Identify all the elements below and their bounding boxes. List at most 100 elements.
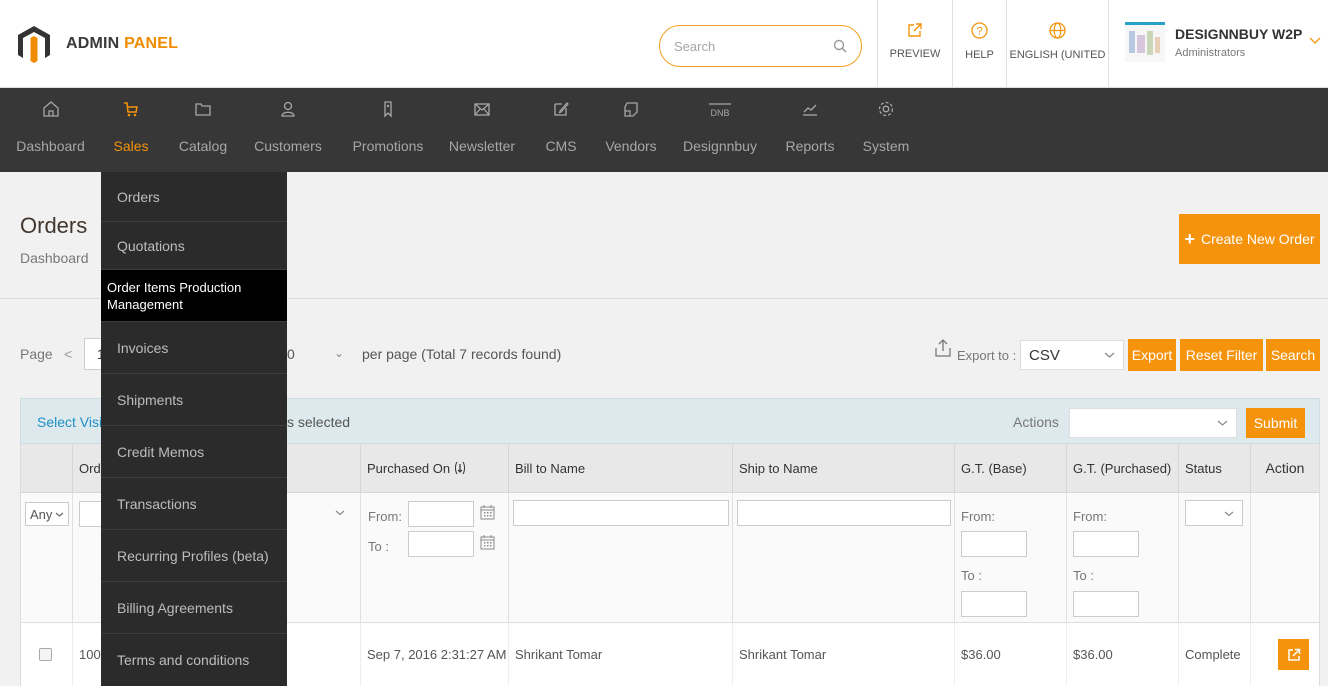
- chart-icon: [803, 104, 817, 116]
- search-icon[interactable]: [833, 39, 847, 53]
- filter-cell-gt-base: From: To :: [955, 493, 1067, 623]
- nav-item-catalog[interactable]: Catalog: [171, 88, 235, 172]
- bill-to-value: Shrikant Tomar: [515, 647, 603, 662]
- gt-purchased-to-input[interactable]: [1073, 591, 1139, 617]
- ship-to-value: Shrikant Tomar: [739, 647, 827, 662]
- reset-filter-button[interactable]: Reset Filter: [1180, 339, 1263, 371]
- header-cell-purchased-on[interactable]: Purchased On: [361, 444, 509, 493]
- header-cell-gt-base[interactable]: G.T. (Base): [955, 444, 1067, 493]
- nav-item-reports[interactable]: Reports: [780, 88, 840, 172]
- header-cell-gt-purchased[interactable]: G.T. (Purchased): [1067, 444, 1179, 493]
- help-icon: ?: [971, 22, 988, 39]
- row-checkbox[interactable]: [39, 648, 52, 661]
- status-filter-select[interactable]: [1185, 500, 1243, 526]
- calendar-icon[interactable]: [480, 505, 495, 520]
- preview-button[interactable]: PREVIEW: [877, 0, 952, 88]
- menu-item-label: Billing Agreements: [117, 599, 233, 616]
- nav-item-sales[interactable]: Sales: [101, 88, 161, 172]
- nav-item-customers[interactable]: Customers: [240, 88, 336, 172]
- purchased-from-input[interactable]: [408, 501, 474, 527]
- global-search-input[interactable]: [674, 38, 833, 54]
- table-cell-bill-to: Shrikant Tomar: [509, 623, 733, 686]
- menu-item-orders[interactable]: Orders: [101, 172, 287, 222]
- header-label: G.T. (Base): [961, 460, 1027, 476]
- global-search: [659, 25, 862, 67]
- header: ADMIN PANEL PREVIEW ? HELP ENGLISH (UNIT…: [0, 0, 1328, 88]
- pager-prev-button[interactable]: <: [64, 346, 72, 362]
- menu-item-recurring-profiles[interactable]: Recurring Profiles (beta): [101, 530, 287, 582]
- ship-to-filter-input[interactable]: [737, 500, 951, 526]
- menu-item-transactions[interactable]: Transactions: [101, 478, 287, 530]
- header-cell-bill-to[interactable]: Bill to Name: [509, 444, 733, 493]
- menu-item-billing-agreements[interactable]: Billing Agreements: [101, 582, 287, 634]
- menu-item-label: Quotations: [117, 237, 185, 254]
- massaction-filter-select[interactable]: Any: [25, 502, 69, 526]
- svg-text:DNB: DNB: [710, 108, 729, 118]
- purchased-to-input[interactable]: [408, 531, 474, 557]
- filter-cell-action: [1251, 493, 1319, 623]
- nav-item-designnbuy[interactable]: DNB Designnbuy: [680, 88, 760, 172]
- header-cell-action: Action: [1251, 444, 1319, 493]
- external-link-icon: [1287, 648, 1300, 661]
- nav-item-system[interactable]: System: [856, 88, 916, 172]
- header-cell-ship-to[interactable]: Ship to Name: [733, 444, 955, 493]
- brand[interactable]: ADMIN PANEL: [14, 24, 178, 64]
- breadcrumb[interactable]: Dashboard: [20, 250, 89, 266]
- status-value: Complete: [1185, 647, 1241, 662]
- create-new-order-button[interactable]: + Create New Order: [1179, 214, 1320, 264]
- select-visible-link[interactable]: Select Visib: [37, 414, 110, 430]
- nav-item-cms[interactable]: CMS: [538, 88, 584, 172]
- nav-item-vendors[interactable]: Vendors: [600, 88, 662, 172]
- menu-item-order-items-production[interactable]: Order Items Production Management: [101, 270, 287, 322]
- pager-limit-select[interactable]: 0: [287, 346, 295, 362]
- nav-label: Dashboard: [16, 138, 85, 154]
- submit-button[interactable]: Submit: [1246, 408, 1305, 438]
- gt-purchased-from-input[interactable]: [1073, 531, 1139, 557]
- pager-label: Page: [20, 346, 53, 362]
- chevron-down-icon[interactable]: ⌄: [334, 346, 344, 360]
- user-menu[interactable]: DESIGNNBUY W2P Administrators: [1108, 0, 1328, 88]
- gt-base-from-input[interactable]: [961, 531, 1027, 557]
- search-button[interactable]: Search: [1266, 339, 1320, 371]
- upload-icon: [935, 339, 951, 357]
- gt-base-value: $36.00: [961, 647, 1001, 662]
- menu-item-shipments[interactable]: Shipments: [101, 374, 287, 426]
- nav-label: Sales: [113, 138, 149, 154]
- nav-label: Catalog: [178, 138, 228, 154]
- nav-label: System: [862, 138, 910, 154]
- brand-text: ADMIN PANEL: [66, 35, 178, 53]
- export-format-select[interactable]: CSV: [1020, 340, 1124, 370]
- bill-to-filter-input[interactable]: [513, 500, 729, 526]
- header-label: Action: [1265, 460, 1305, 476]
- sales-menu: Orders Quotations Order Items Production…: [101, 172, 287, 686]
- view-order-button[interactable]: [1278, 639, 1309, 670]
- nav-item-dashboard[interactable]: Dashboard: [0, 88, 101, 172]
- actions-select[interactable]: [1069, 408, 1237, 438]
- header-cell-status[interactable]: Status: [1179, 444, 1251, 493]
- menu-item-label: Credit Memos: [117, 443, 205, 460]
- menu-item-quotations[interactable]: Quotations: [101, 222, 287, 270]
- nav-label: Newsletter: [448, 138, 516, 154]
- nav-item-promotions[interactable]: Promotions: [344, 88, 432, 172]
- nav-item-newsletter[interactable]: Newsletter: [441, 88, 523, 172]
- user-name: DESIGNNBUY W2P: [1175, 26, 1303, 42]
- from-label: From:: [1073, 509, 1107, 524]
- menu-item-label: Recurring Profiles (beta): [117, 547, 269, 564]
- header-label: Status: [1185, 460, 1222, 476]
- menu-item-label: Terms and conditions: [117, 652, 250, 668]
- language-selector[interactable]: ENGLISH (UNITED S: [1006, 0, 1108, 88]
- chevron-down-icon[interactable]: [335, 509, 345, 516]
- chevron-down-icon: [55, 512, 64, 517]
- brand-prefix: ADMIN: [66, 35, 120, 52]
- menu-item-credit-memos[interactable]: Credit Memos: [101, 426, 287, 478]
- pager-page-input[interactable]: 1: [84, 338, 105, 370]
- order-number: 100: [79, 647, 101, 662]
- export-button[interactable]: Export: [1128, 339, 1176, 371]
- menu-item-terms-and-conditions[interactable]: Terms and conditions: [101, 634, 287, 686]
- chevron-down-icon[interactable]: [1309, 36, 1321, 46]
- help-button[interactable]: ? HELP: [952, 0, 1006, 88]
- calendar-icon[interactable]: [480, 535, 495, 550]
- chevron-down-icon: [1217, 420, 1228, 426]
- menu-item-invoices[interactable]: Invoices: [101, 322, 287, 374]
- gt-base-to-input[interactable]: [961, 591, 1027, 617]
